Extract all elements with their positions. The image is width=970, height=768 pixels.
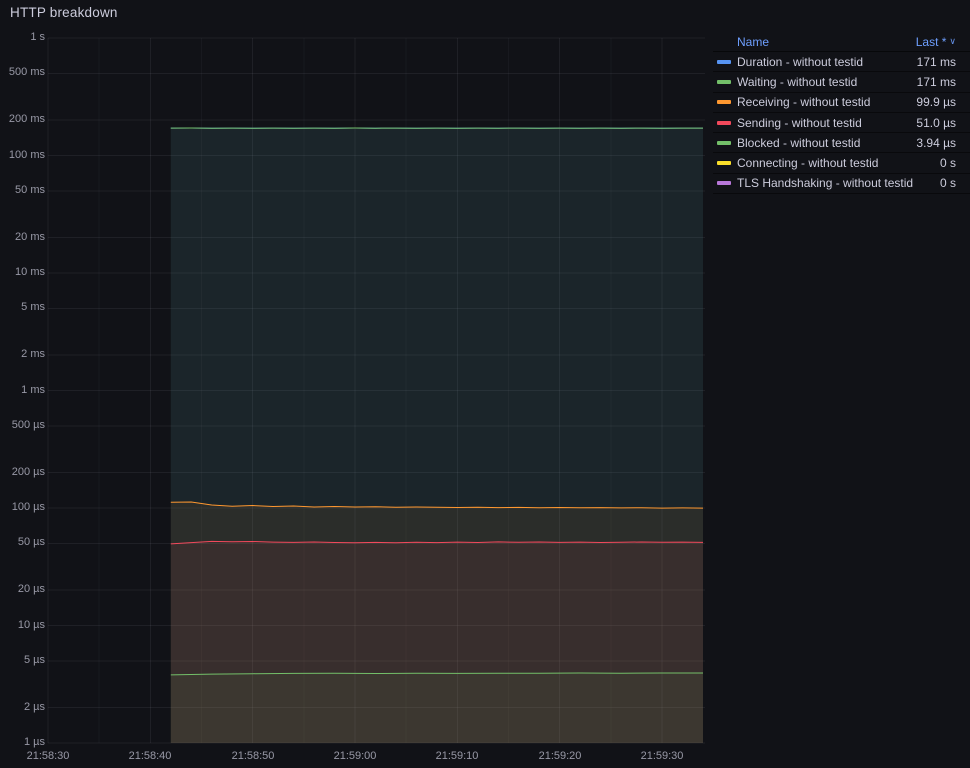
series-name[interactable]: Sending - without testid: [737, 116, 908, 130]
legend-row[interactable]: Blocked - without testid 3.94 µs: [713, 133, 970, 154]
x-axis-label: 21:59:30: [640, 750, 684, 762]
y-axis-label: 500 ms: [8, 66, 45, 78]
legend-row[interactable]: Sending - without testid 51.0 µs: [713, 113, 970, 134]
y-axis-label: 5 ms: [21, 301, 45, 313]
legend-table: Name Last * ∨ Duration - without testid 1…: [713, 32, 970, 195]
series-last-value: 99.9 µs: [916, 95, 956, 110]
legend-header-name[interactable]: Name: [737, 35, 769, 49]
y-axis-label: 5 µs: [23, 654, 45, 666]
y-axis-label: 50 ms: [15, 184, 45, 196]
series-color-swatch[interactable]: [717, 120, 731, 125]
legend-header-last[interactable]: Last * ∨: [916, 35, 956, 49]
y-axis-label: 1 s: [30, 31, 45, 43]
y-axis-label: 200 ms: [8, 113, 45, 125]
series-name[interactable]: Waiting - without testid: [737, 75, 909, 89]
x-axis-label: 21:59:20: [538, 750, 582, 762]
series-name[interactable]: Receiving - without testid: [737, 95, 908, 109]
series-name[interactable]: Duration - without testid: [737, 55, 909, 69]
y-axis-label: 2 µs: [23, 701, 45, 713]
chevron-down-icon: ∨: [949, 36, 956, 46]
x-axis-label: 21:59:00: [333, 750, 377, 762]
legend-body: Duration - without testid 171 ms Waiting -…: [713, 52, 970, 195]
y-axis-label: 2 ms: [21, 348, 45, 360]
legend-row[interactable]: TLS Handshaking - without testid 0 s: [713, 174, 970, 195]
y-axis-label: 10 µs: [17, 619, 45, 631]
y-axis-label: 1 µs: [23, 736, 45, 748]
y-axis-label: 50 µs: [17, 536, 45, 548]
x-axis-label: 21:59:10: [435, 750, 479, 762]
series-color-swatch[interactable]: [717, 140, 731, 145]
y-axis-label: 1 ms: [21, 384, 45, 396]
y-axis-label: 10 ms: [15, 266, 45, 278]
y-axis-label: 200 µs: [11, 466, 45, 478]
y-axis-label: 20 µs: [17, 583, 45, 595]
y-axis-label: 100 ms: [8, 149, 45, 161]
x-axis-label: 21:58:30: [26, 750, 70, 762]
series-fill-4: [170, 673, 704, 743]
series-color-swatch[interactable]: [717, 181, 731, 186]
legend-header-last-label: Last *: [915, 34, 947, 49]
series-last-value: 0 s: [939, 156, 956, 171]
series-last-value: 0 s: [939, 176, 956, 191]
legend-row[interactable]: Waiting - without testid 171 ms: [713, 72, 970, 93]
legend-header: Name Last * ∨: [713, 32, 970, 52]
legend-row[interactable]: Duration - without testid 171 ms: [713, 52, 970, 73]
series-color-swatch[interactable]: [717, 100, 731, 105]
series-name[interactable]: Connecting - without testid: [737, 156, 932, 170]
series-color-swatch[interactable]: [717, 59, 731, 64]
x-axis-label: 21:58:50: [231, 750, 275, 762]
series-name[interactable]: TLS Handshaking - without testid: [737, 176, 932, 190]
y-axis-label: 100 µs: [11, 501, 45, 513]
series-last-value: 171 ms: [916, 74, 956, 89]
grafana-panel: HTTP breakdown 1 s 500 ms 200 ms 100 ms 50 m…: [0, 0, 970, 768]
series-last-value: 51.0 µs: [916, 115, 956, 130]
y-axis-label: 500 µs: [11, 419, 45, 431]
legend-row[interactable]: Connecting - without testid 0 s: [713, 153, 970, 174]
y-axis-label: 20 ms: [15, 231, 45, 243]
series-name[interactable]: Blocked - without testid: [737, 136, 908, 150]
legend-row[interactable]: Receiving - without testid 99.9 µs: [713, 93, 970, 113]
series-last-value: 171 ms: [916, 54, 956, 69]
series-color-swatch[interactable]: [717, 79, 731, 84]
series-color-swatch[interactable]: [717, 161, 731, 166]
x-axis-label: 21:58:40: [128, 750, 172, 762]
series-last-value: 3.94 µs: [916, 135, 956, 150]
